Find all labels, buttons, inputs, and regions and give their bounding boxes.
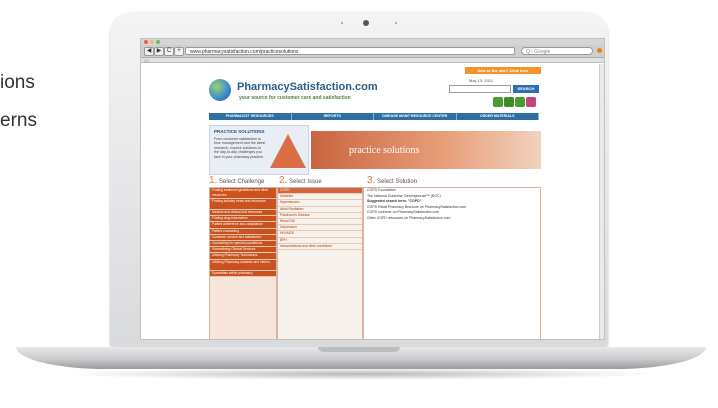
site-search-button[interactable]: SEARCH [513,85,539,93]
site-logo-title[interactable]: PharmacySatisfaction.com [237,81,378,93]
nav-reports[interactable]: REPORTS [292,113,374,120]
close-window-icon[interactable] [144,40,148,44]
sensor-dot-right [395,22,397,24]
side-text-line-2: erns [0,110,37,131]
practice-solutions-box: PRACTICE SOLUTIONS From customer satisfa… [209,125,309,175]
logo-globe-icon[interactable] [209,79,231,101]
nav-pharmacist-resources[interactable]: PHARMACIST RESOURCES [209,113,292,120]
practice-solutions-title: PRACTICE SOLUTIONS [214,129,265,134]
site-tagline: your source for customer care and satisf… [239,95,351,101]
nav-order-materials[interactable]: ORDER MATERIALS [457,113,539,120]
share-icon-1[interactable] [493,97,503,107]
maximize-window-icon[interactable] [156,40,160,44]
solution-list: COPD Foundation The National Guideline C… [363,187,541,339]
date-label: May 13, 2011 [469,78,493,83]
browser-search-field[interactable]: Q~ Google [521,47,593,55]
solution-link[interactable]: Other COPD resources on PharmacySatisfac… [364,216,540,222]
challenge-list: Finding treatment guidelines and other r… [209,187,277,339]
share-icon-2[interactable] [504,97,514,107]
sensor-dot-left [341,22,343,24]
share-icon-3[interactable] [515,97,525,107]
triangle-graphic [270,134,306,168]
site-search-input[interactable] [449,85,511,93]
side-text-line-1: ions [0,72,35,93]
step-2-heading: 2. Select Issue [279,175,322,186]
challenge-item[interactable]: Finding industry news and resources [210,199,276,210]
issue-list: COPD Diabetes Hypertension Atrial Fibril… [277,187,363,339]
browser-toolbar: ◀ ▶ C + www.pharmacysatisfaction.com/pra… [141,45,604,58]
minimize-window-icon[interactable] [150,40,154,44]
rss-feed-icon[interactable] [597,48,602,53]
address-bar[interactable]: www.pharmacysatisfaction.com/practicesol… [185,47,515,55]
hero-banner-text: practice solutions [349,145,420,156]
laptop-shadow [60,368,660,380]
vertical-scrollbar[interactable] [599,64,604,339]
challenge-item[interactable]: Utilizing Pharmacy students and interns [210,259,276,271]
web-page: New to the site? Click here May 13, 2011… [203,65,543,339]
forward-button[interactable]: ▶ [154,47,164,56]
step-1-heading: 1. Select Challenge [209,175,265,186]
back-button[interactable]: ◀ [144,47,154,56]
bookmarks-bar[interactable]: □□ [141,58,604,63]
hero-banner: practice solutions [311,131,541,169]
main-nav: PHARMACIST RESOURCES REPORTS DISEASE MGM… [209,113,539,120]
challenge-item[interactable]: Specialties within pharmacy [210,270,276,277]
practice-solutions-description: From customer satisfaction to time manag… [214,137,266,159]
laptop-screen: ◀ ▶ C + www.pharmacysatisfaction.com/pra… [140,38,605,340]
reload-button[interactable]: C [164,47,174,56]
share-icon-4[interactable] [526,97,536,107]
laptop-notch [318,347,400,352]
issue-item[interactable]: Immunizations and other conditions [278,244,362,250]
new-to-site-link[interactable]: New to the site? Click here [465,67,541,74]
add-bookmark-button[interactable]: + [174,47,184,56]
nav-disease-mgmt[interactable]: DISEASE MGMT RESOURCE CENTER [374,113,457,120]
challenge-item[interactable]: Finding treatment guidelines and other r… [210,188,276,199]
camera-icon [363,20,369,26]
step-3-heading: 3. Select Solution [367,175,418,186]
